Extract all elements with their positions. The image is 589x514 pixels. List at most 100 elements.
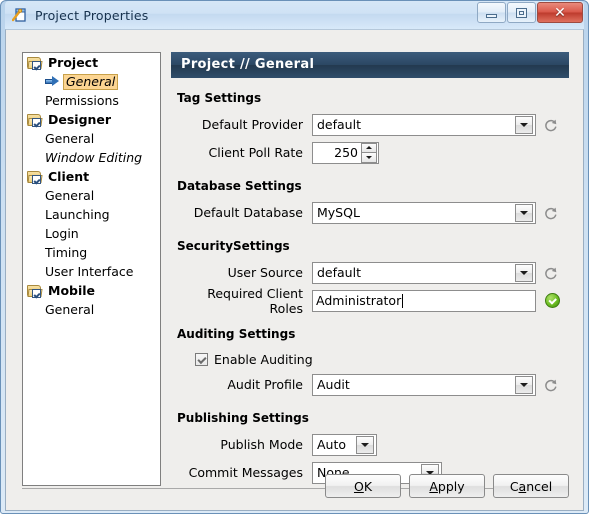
tree-item-label: Timing bbox=[45, 244, 88, 260]
tree-item-designer-window-editing[interactable]: Window Editing bbox=[23, 148, 160, 167]
apply-button[interactable]: Apply bbox=[409, 474, 485, 498]
default-provider-combobox[interactable]: default bbox=[312, 113, 536, 136]
client-poll-rate-spinner[interactable]: 250 bbox=[312, 141, 379, 164]
publish-mode-combobox[interactable]: Auto bbox=[312, 433, 377, 456]
tree-item-mobile-general[interactable]: General bbox=[23, 300, 160, 319]
dialog-buttons: OK Apply Cancel bbox=[325, 474, 569, 498]
chevron-down-icon[interactable] bbox=[356, 435, 374, 454]
tree-item-label: General bbox=[45, 301, 95, 317]
user-source-combobox[interactable]: default bbox=[312, 261, 536, 284]
field-publish-mode: Publish Mode Auto bbox=[171, 431, 569, 458]
tree-item-project[interactable]: Project bbox=[23, 53, 160, 72]
audit-profile-combobox[interactable]: Audit bbox=[312, 373, 536, 396]
field-label: Client Poll Rate bbox=[208, 145, 303, 160]
tree-item-label: User Interface bbox=[45, 263, 134, 279]
group-title-auditing-settings: Auditing Settings bbox=[177, 327, 296, 341]
valid-check-icon bbox=[545, 293, 560, 308]
refresh-icon[interactable] bbox=[544, 378, 558, 392]
cancel-button-label: Cancel bbox=[509, 478, 553, 494]
tree-item-client[interactable]: Client bbox=[23, 167, 160, 186]
default-database-combobox[interactable]: MySQL bbox=[312, 201, 536, 224]
enable-auditing-row[interactable]: Enable Auditing bbox=[195, 347, 569, 371]
combobox-value: Auto bbox=[317, 437, 347, 452]
field-client-poll-rate: Client Poll Rate 250 bbox=[171, 139, 569, 166]
ok-button-label: OK bbox=[353, 478, 373, 494]
refresh-icon[interactable] bbox=[544, 118, 558, 132]
refresh-icon[interactable] bbox=[544, 266, 558, 280]
chevron-down-icon[interactable] bbox=[515, 115, 533, 134]
tree-item-project-general[interactable]: General bbox=[23, 72, 160, 91]
required-client-roles-input[interactable]: Administrator bbox=[312, 289, 536, 312]
tree-item-client-login[interactable]: Login bbox=[23, 224, 160, 243]
tree-item-client-timing[interactable]: Timing bbox=[23, 243, 160, 262]
tree-item-designer-general[interactable]: General bbox=[23, 129, 160, 148]
tree-item-client-launching[interactable]: Launching bbox=[23, 205, 160, 224]
refresh-icon[interactable] bbox=[544, 206, 558, 220]
chevron-down-icon[interactable] bbox=[515, 263, 533, 282]
project-properties-icon bbox=[11, 7, 28, 23]
field-label: Default Provider bbox=[201, 117, 303, 132]
text-caret bbox=[402, 293, 404, 308]
tree-item-mobile[interactable]: Mobile bbox=[23, 281, 160, 300]
group-title-security-settings: SecuritySettings bbox=[177, 239, 290, 253]
field-default-database: Default Database MySQL bbox=[171, 199, 569, 226]
group-title-publishing-settings: Publishing Settings bbox=[177, 411, 309, 425]
tree-item-label: General bbox=[63, 73, 119, 90]
settings-tree[interactable]: Project General Permissions Designer Gen… bbox=[22, 52, 161, 486]
spinner-up-icon[interactable] bbox=[361, 142, 377, 153]
close-button[interactable]: ✕ bbox=[537, 2, 583, 23]
apply-button-label: Apply bbox=[429, 478, 465, 494]
maximize-icon bbox=[516, 7, 527, 18]
tree-item-client-user-interface[interactable]: User Interface bbox=[23, 262, 160, 281]
chevron-down-icon[interactable] bbox=[515, 203, 533, 222]
blue-arrow-icon bbox=[45, 76, 60, 87]
cancel-button[interactable]: Cancel bbox=[493, 474, 569, 498]
tree-item-label: General bbox=[45, 187, 95, 203]
tree-item-label: Permissions bbox=[45, 92, 119, 108]
page-title: Project // General bbox=[171, 52, 569, 78]
field-label: Commit Messages bbox=[188, 465, 303, 480]
group-title-tag-settings: Tag Settings bbox=[177, 91, 262, 105]
tree-item-designer[interactable]: Designer bbox=[23, 110, 160, 129]
enable-auditing-label: Enable Auditing bbox=[214, 351, 313, 367]
spinner-down-icon[interactable] bbox=[361, 152, 377, 163]
titlebar: Project Properties ✕ bbox=[5, 1, 584, 29]
enable-auditing-checkbox[interactable] bbox=[195, 352, 208, 366]
spinner-value: 250 bbox=[334, 145, 358, 160]
maximize-button[interactable] bbox=[507, 2, 536, 23]
field-label: Publish Mode bbox=[220, 437, 303, 452]
group-title-database-settings: Database Settings bbox=[177, 179, 302, 193]
folder-check-icon bbox=[27, 113, 43, 127]
field-default-provider: Default Provider default bbox=[171, 111, 569, 138]
field-audit-profile: Audit Profile Audit bbox=[171, 371, 569, 398]
folder-check-icon bbox=[27, 56, 43, 70]
spinner-buttons[interactable] bbox=[361, 142, 377, 163]
folder-check-icon bbox=[27, 170, 43, 184]
combobox-value: Audit bbox=[317, 377, 350, 392]
tree-item-label: Client bbox=[48, 168, 90, 184]
tree-item-label: Project bbox=[48, 54, 99, 70]
ok-button[interactable]: OK bbox=[325, 474, 401, 498]
folder-check-icon bbox=[27, 284, 43, 298]
field-label: Audit Profile bbox=[227, 377, 303, 392]
settings-content: Project // General Tag Settings Default … bbox=[171, 52, 569, 487]
input-value: Administrator bbox=[316, 293, 402, 308]
tree-item-client-general[interactable]: General bbox=[23, 186, 160, 205]
tree-item-label: Mobile bbox=[48, 282, 96, 298]
tree-item-project-permissions[interactable]: Permissions bbox=[23, 91, 160, 110]
field-label: Default Database bbox=[193, 205, 303, 220]
chevron-down-icon[interactable] bbox=[515, 375, 533, 394]
project-properties-window: Project Properties ✕ Project General Per… bbox=[0, 0, 589, 514]
tree-item-label: Login bbox=[45, 225, 79, 241]
field-required-client-roles: Required Client Roles Administrator bbox=[171, 285, 569, 316]
tree-item-label: General bbox=[45, 130, 95, 146]
combobox-value: MySQL bbox=[317, 205, 360, 220]
dialog-client-area: Project General Permissions Designer Gen… bbox=[5, 29, 584, 511]
field-label: Required Client Roles bbox=[207, 285, 303, 316]
combobox-value: default bbox=[317, 265, 361, 280]
tree-item-label: Designer bbox=[48, 111, 112, 127]
field-user-source: User Source default bbox=[171, 259, 569, 286]
minimize-button[interactable] bbox=[477, 2, 506, 23]
tree-item-label: Window Editing bbox=[45, 149, 143, 165]
combobox-value: default bbox=[317, 117, 361, 132]
